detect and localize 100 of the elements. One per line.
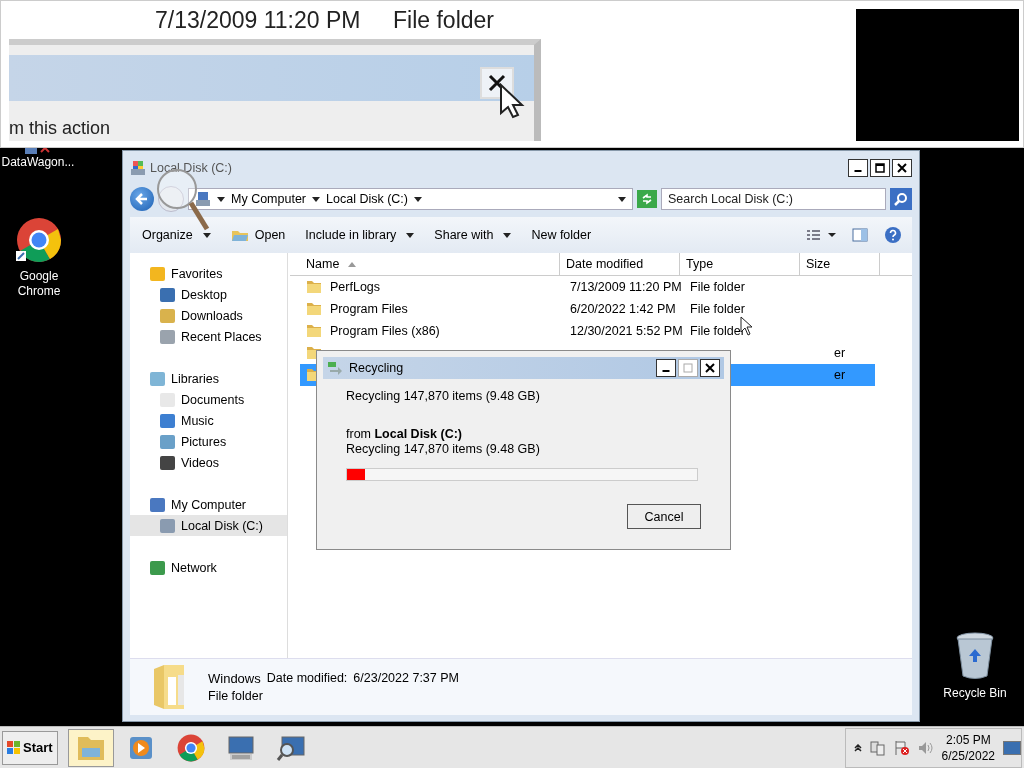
close-icon (897, 163, 907, 173)
windows-logo-icon (7, 740, 21, 755)
toolbar-button[interactable]: New folder (523, 225, 600, 245)
recycle-progress-icon (327, 361, 343, 375)
minimize-button[interactable] (656, 359, 676, 377)
forward-button[interactable] (158, 186, 184, 212)
toolbar-button[interactable]: Organize (134, 225, 219, 245)
date-cell-text: 7/13/2009 11:20 PM (570, 280, 683, 294)
folder-icon (306, 279, 322, 295)
file-row[interactable]: Program Files 6/20/2022 1:42 PM File folder (300, 298, 875, 320)
caret-icon (503, 232, 512, 238)
disk-icon (130, 160, 146, 176)
caret-icon[interactable] (618, 196, 626, 202)
caret-icon[interactable] (312, 196, 321, 202)
folder-icon (230, 228, 249, 242)
close-button[interactable] (892, 159, 912, 177)
nav-item[interactable]: My Computer (130, 494, 287, 515)
start-button[interactable]: Start (2, 730, 58, 765)
toolbar-button[interactable]: Open (222, 225, 294, 245)
show-desktop-button[interactable] (1003, 740, 1021, 755)
nav-item[interactable]: Desktop (130, 284, 287, 305)
back-arrow-icon (135, 192, 149, 206)
nav-item[interactable]: Downloads (130, 305, 287, 326)
toolbar-button[interactable]: Include in library (297, 225, 423, 245)
date-value: 6/23/2022 7:37 PM (353, 671, 459, 686)
caret-icon (202, 232, 211, 238)
item-type: File folder (208, 689, 264, 703)
refresh-icon (641, 193, 653, 205)
column-header[interactable]: Size (800, 253, 880, 275)
desktop-icon-label[interactable]: DataWagon... (0, 155, 76, 170)
maximize-button[interactable] (870, 159, 890, 177)
close-button[interactable] (700, 359, 720, 377)
chevron-up-icon[interactable] (853, 743, 862, 752)
cursor-icon (499, 83, 525, 119)
date-label: Date modified: (266, 671, 348, 686)
clock[interactable]: 2:05 PM 6/25/2022 (941, 731, 995, 764)
minimize-icon (854, 170, 862, 172)
desktop-icon-label[interactable]: Recycle Bin (943, 686, 1007, 701)
toolbar-button[interactable]: Share with (426, 225, 520, 245)
breadcrumb-item[interactable]: Local Disk (C:) (326, 192, 408, 206)
status-text: Recycling 147,870 items (9.48 GB) (346, 389, 541, 404)
type-cell: File folder (690, 280, 745, 294)
list-view-icon (806, 229, 836, 241)
nav-item[interactable]: Libraries (130, 368, 287, 389)
nav-item[interactable]: Documents (130, 389, 287, 410)
search-field[interactable]: Search Local Disk (C:) (661, 188, 886, 210)
column-header[interactable]: Name (290, 253, 560, 275)
desktop-icon-label[interactable]: Google Chrome (7, 269, 71, 299)
date-cell-text: 12/30/2021 5:52 PM (570, 324, 684, 338)
source-text: from Local Disk (C:) (346, 427, 463, 442)
folder-icon (306, 323, 322, 339)
type-text: File folder (393, 9, 494, 34)
file-name: Program Files (x86) (330, 324, 441, 338)
network-icon[interactable] (869, 739, 886, 756)
maximize-icon (683, 363, 693, 373)
nav-item[interactable]: Music (130, 410, 287, 431)
type-cell: er (834, 346, 846, 360)
chrome-icon (176, 733, 205, 762)
file-name: PerfLogs (330, 280, 382, 294)
nav-item[interactable]: Recent Places (130, 326, 287, 347)
progress-text: Recycling 147,870 items (9.48 GB) (346, 442, 541, 457)
type-cell: File folder (690, 302, 745, 316)
chrome-icon[interactable] (16, 217, 62, 263)
minimize-button[interactable] (848, 159, 868, 177)
caret-icon (406, 232, 415, 238)
search-button[interactable] (890, 188, 912, 210)
pane-icon (852, 228, 868, 242)
date-text: 7/13/2009 11:20 PM (155, 9, 361, 34)
type-cell: er (834, 368, 846, 382)
magnifier-icon (275, 733, 306, 762)
flag-icon[interactable] (893, 739, 910, 756)
close-icon (486, 72, 508, 94)
address-bar[interactable]: My Computer Local Disk (C:) (188, 188, 633, 210)
breadcrumb-item[interactable]: My Computer (231, 192, 307, 206)
nav-item[interactable]: Network (130, 557, 287, 578)
item-name: Windows (208, 671, 261, 686)
folder-icon (306, 301, 322, 317)
file-name: Program Files (330, 302, 409, 316)
nav-item[interactable]: Videos (130, 452, 287, 473)
caret-icon[interactable] (414, 196, 422, 202)
column-header[interactable]: Date modified (560, 253, 680, 275)
maximize-icon (875, 163, 885, 173)
back-button[interactable] (130, 187, 154, 211)
file-row[interactable]: PerfLogs 7/13/2009 11:20 PM File folder (300, 276, 875, 298)
search-icon (894, 192, 908, 206)
nav-item[interactable]: Local Disk (C:) (130, 515, 287, 536)
computer-icon (195, 191, 211, 207)
help-icon (884, 226, 902, 244)
caret-icon[interactable] (217, 196, 225, 202)
close-icon (705, 363, 715, 373)
nav-item[interactable]: Favorites (130, 263, 287, 284)
taskbar-button[interactable] (67, 728, 114, 767)
date-cell-text: 6/20/2022 1:42 PM (570, 302, 677, 316)
cancel-button[interactable]: Cancel (627, 504, 701, 529)
column-header[interactable]: Type (680, 253, 800, 275)
recycle-bin-icon[interactable] (955, 632, 995, 680)
refresh-button[interactable] (637, 190, 657, 208)
minimize-icon (662, 370, 670, 372)
nav-item[interactable]: Pictures (130, 431, 287, 452)
dialog-title: Recycling (349, 361, 404, 375)
